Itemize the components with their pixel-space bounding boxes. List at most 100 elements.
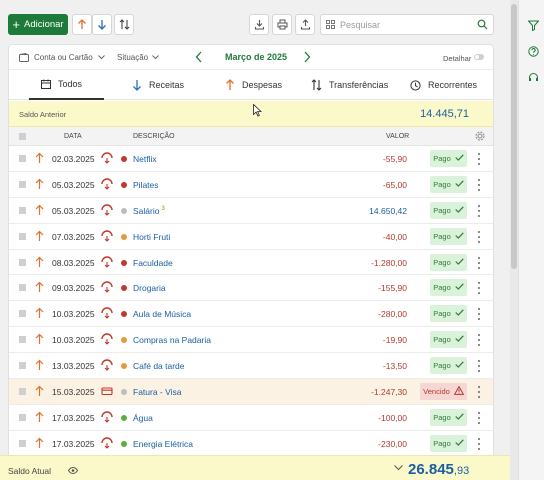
status-badge[interactable]: Pago xyxy=(430,357,467,375)
more-options-icon[interactable] xyxy=(477,282,480,295)
status-badge[interactable]: Pago xyxy=(430,175,467,193)
row-description[interactable]: Fatura - Visa xyxy=(133,387,184,397)
category-dot xyxy=(121,311,127,318)
gear-icon[interactable] xyxy=(475,131,485,141)
row-checkbox[interactable] xyxy=(19,388,26,396)
status-badge[interactable]: Pago xyxy=(430,227,467,245)
more-options-icon[interactable] xyxy=(477,437,480,450)
row-description[interactable]: Horti Fruti xyxy=(133,232,172,242)
headset-icon[interactable] xyxy=(527,71,539,83)
table-row[interactable]: 13.03.2025 Café da tarde -13,50 Pago xyxy=(9,353,493,380)
row-checkbox[interactable] xyxy=(19,336,26,344)
row-checkbox[interactable] xyxy=(19,284,26,292)
row-description[interactable]: Compras na Padaria xyxy=(133,335,213,345)
row-checkbox[interactable] xyxy=(19,439,26,447)
row-description[interactable]: Salário 3 xyxy=(133,206,165,216)
more-options-icon[interactable] xyxy=(477,334,480,347)
table-row[interactable]: 05.03.2025 Salário 3 14.650,42 Pago xyxy=(9,198,493,224)
scrollbar-thumb[interactable] xyxy=(511,4,517,269)
row-checkbox[interactable] xyxy=(19,258,26,266)
table-row[interactable]: 10.03.2025 Aula de Música -280,00 Pago xyxy=(9,301,493,328)
search-icon[interactable] xyxy=(477,19,488,30)
filter-income-button[interactable] xyxy=(72,14,92,35)
header-description[interactable]: DESCRIÇÃO xyxy=(133,133,175,140)
row-checkbox[interactable] xyxy=(19,180,26,188)
search-box[interactable]: Pesquisar xyxy=(320,14,494,35)
arrow-up-icon xyxy=(226,79,234,90)
more-options-icon[interactable] xyxy=(477,153,480,165)
transfer-button[interactable] xyxy=(114,14,134,35)
detail-toggle[interactable] xyxy=(474,54,484,60)
help-icon[interactable] xyxy=(527,45,539,57)
filter-expense-button[interactable] xyxy=(92,14,112,35)
status-badge[interactable]: Pago xyxy=(430,279,467,297)
table-row[interactable]: 08.03.2025 Faculdade -1.280,00 Pago xyxy=(9,250,493,276)
row-checkbox[interactable] xyxy=(19,155,26,162)
status-badge[interactable]: Pago xyxy=(430,434,467,452)
status-badge[interactable]: Pago xyxy=(430,201,467,219)
status-badge[interactable]: Pago xyxy=(430,253,467,271)
status-badge[interactable]: Pago xyxy=(430,408,467,426)
account-filter[interactable]: Conta ou Cartão xyxy=(19,53,105,62)
table-row[interactable]: 17.03.2025 Energia Elétrica -230,00 Pago xyxy=(9,431,493,457)
search-input[interactable]: Pesquisar xyxy=(340,20,380,30)
table-row[interactable]: 17.03.2025 Água -100,00 Pago xyxy=(9,405,493,431)
more-options-icon[interactable] xyxy=(477,360,480,373)
prev-month-icon[interactable] xyxy=(195,51,203,63)
table-row[interactable]: 07.03.2025 Horti Fruti -40,00 Pago xyxy=(9,224,493,250)
row-checkbox[interactable] xyxy=(19,310,26,318)
row-description[interactable]: Netflix xyxy=(133,154,159,164)
table-row[interactable]: 02.03.2025 Netflix -55,90 Pago xyxy=(9,146,493,172)
print-button[interactable] xyxy=(272,14,292,35)
status-badge[interactable]: Pago xyxy=(430,305,467,323)
grid-filter-icon[interactable] xyxy=(326,20,335,29)
table-row[interactable]: 10.03.2025 Compras na Padaria -19,90 Pago xyxy=(9,327,493,354)
upload-button[interactable] xyxy=(295,14,315,35)
more-options-icon[interactable] xyxy=(477,178,480,191)
chevron-down-icon[interactable] xyxy=(394,465,403,471)
more-options-icon[interactable] xyxy=(477,411,480,424)
row-description[interactable]: Água xyxy=(133,413,155,423)
table-row[interactable]: 09.03.2025 Drogaria -155,90 Pago xyxy=(9,275,493,302)
expense-arrow-icon xyxy=(35,230,44,244)
more-options-icon[interactable] xyxy=(477,230,480,243)
funnel-icon[interactable] xyxy=(527,19,539,31)
row-description[interactable]: Pilates xyxy=(133,180,161,190)
tab-despesas[interactable]: Despesas xyxy=(225,70,282,100)
select-all-checkbox[interactable] xyxy=(19,133,26,140)
row-description[interactable]: Café da tarde xyxy=(133,361,187,371)
tab-recorrentes[interactable]: Recorrentes xyxy=(410,70,477,100)
row-description[interactable]: Aula de Música xyxy=(133,309,193,319)
row-checkbox[interactable] xyxy=(19,413,26,421)
more-options-icon[interactable] xyxy=(477,204,480,217)
situation-filter[interactable]: Situação xyxy=(117,53,159,62)
status-badge[interactable]: Pago xyxy=(430,331,467,349)
row-checkbox[interactable] xyxy=(19,232,26,240)
header-date[interactable]: DATA xyxy=(64,133,82,140)
eye-icon[interactable] xyxy=(68,467,78,474)
header-value[interactable]: VALOR xyxy=(386,133,409,140)
row-checkbox[interactable] xyxy=(19,206,26,214)
status-badge[interactable]: Pago xyxy=(430,150,467,167)
month-label[interactable]: Março de 2025 xyxy=(225,52,287,62)
tab-todos[interactable]: Todos xyxy=(29,70,104,100)
status-label: Pago xyxy=(433,412,451,422)
table-row[interactable]: 15.03.2025 Fatura - Visa -1.247,30 Vencido xyxy=(9,379,493,405)
tab-transferencias[interactable]: Transferências xyxy=(311,70,388,100)
more-options-icon[interactable] xyxy=(477,386,480,399)
more-options-icon[interactable] xyxy=(477,256,480,269)
status-badge[interactable]: Vencido xyxy=(420,383,467,401)
table-row[interactable]: 05.03.2025 Pilates -65,00 Pago xyxy=(9,172,493,198)
next-month-icon[interactable] xyxy=(303,51,311,63)
add-button[interactable]: + Adicionar xyxy=(8,14,68,35)
more-options-icon[interactable] xyxy=(477,308,480,321)
row-date: 07.03.2025 xyxy=(52,231,95,242)
row-description[interactable]: Drogaria xyxy=(133,283,168,293)
download-button[interactable] xyxy=(249,14,269,35)
row-description[interactable]: Faculdade xyxy=(133,258,175,268)
row-checkbox[interactable] xyxy=(19,362,26,370)
row-description[interactable]: Energia Elétrica xyxy=(133,439,195,449)
expense-arrow-icon xyxy=(35,385,44,399)
row-value: -19,90 xyxy=(382,335,407,346)
tab-receitas[interactable]: Receitas xyxy=(132,70,184,100)
